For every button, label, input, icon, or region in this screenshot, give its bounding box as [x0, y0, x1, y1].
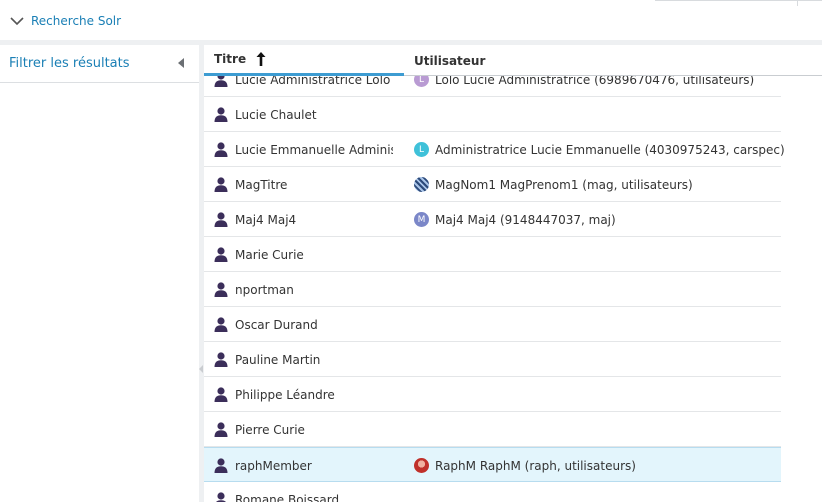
- filter-header[interactable]: Filtrer les résultats: [0, 45, 199, 83]
- avatar: L: [414, 142, 429, 157]
- row-title: Lucie Chaulet: [235, 107, 317, 122]
- avatar: [414, 177, 429, 192]
- table-row[interactable]: raphMember RaphM RaphM (raph, utilisateur…: [204, 447, 781, 482]
- row-user: MagNom1 MagPrenom1 (mag, utilisateurs): [414, 167, 693, 202]
- row-title: nportman: [235, 282, 294, 297]
- person-icon: [214, 422, 228, 437]
- row-title: Pauline Martin: [235, 352, 321, 367]
- person-icon: [214, 247, 228, 262]
- top-bar: Recherche Solr: [0, 0, 822, 40]
- person-icon: [214, 177, 228, 192]
- person-icon: [214, 458, 228, 473]
- grid-header: Titre Utilisateur: [204, 45, 822, 76]
- person-icon: [214, 317, 228, 332]
- table-row[interactable]: Marie Curie: [204, 237, 781, 272]
- person-icon: [214, 352, 228, 367]
- collapse-left-icon[interactable]: [178, 58, 184, 68]
- row-title: Pierre Curie: [235, 422, 305, 437]
- row-title: Maj4 Maj4: [235, 212, 297, 227]
- row-user-label: RaphM RaphM (raph, utilisateurs): [435, 458, 636, 473]
- avatar: M: [414, 212, 429, 227]
- solr-search-toggle[interactable]: Recherche Solr: [10, 12, 121, 30]
- filter-panel: Filtrer les résultats: [0, 45, 199, 502]
- column-header-title[interactable]: Titre: [204, 45, 404, 76]
- person-icon: [214, 282, 228, 297]
- person-icon: [214, 107, 228, 122]
- table-row[interactable]: nportman: [204, 272, 781, 307]
- filter-title: Filtrer les résultats: [9, 56, 130, 71]
- row-user: M Maj4 Maj4 (9148447037, maj): [414, 202, 616, 237]
- person-icon: [214, 142, 228, 157]
- row-title: Romane Boissard: [235, 492, 340, 502]
- row-title: Philippe Léandre: [235, 387, 335, 402]
- table-row[interactable]: MagTitre MagNom1 MagPrenom1 (mag, utilisa…: [204, 167, 781, 202]
- grid-rows: Lucie Administratrice Lolo L Lolo Lucie Ad…: [204, 62, 785, 502]
- row-user-label: Administratrice Lucie Emmanuelle (403097…: [435, 142, 785, 157]
- row-title: Oscar Durand: [235, 317, 318, 332]
- avatar: [414, 458, 429, 473]
- table-row[interactable]: Lucie Emmanuelle Administratrice L Adminis…: [204, 132, 785, 167]
- chevron-down-icon: [10, 17, 24, 26]
- row-user-label: MagNom1 MagPrenom1 (mag, utilisateurs): [435, 177, 693, 192]
- column-header-user[interactable]: Utilisateur: [414, 45, 485, 76]
- table-row[interactable]: Lucie Chaulet: [204, 97, 781, 132]
- row-user: L Administratrice Lucie Emmanuelle (40309…: [414, 132, 785, 167]
- person-icon: [214, 387, 228, 402]
- arrow-up-icon: [256, 52, 266, 66]
- solr-search-label: Recherche Solr: [31, 14, 122, 28]
- results-grid: Titre Utilisateur Lucie Administratrice …: [204, 45, 822, 502]
- table-row[interactable]: Oscar Durand: [204, 307, 781, 342]
- column-header-user-label: Utilisateur: [414, 53, 486, 68]
- panel-splitter-handle[interactable]: [199, 365, 203, 375]
- table-row[interactable]: Romane Boissard: [204, 482, 781, 502]
- row-user: RaphM RaphM (raph, utilisateurs): [414, 448, 636, 483]
- table-row[interactable]: Pauline Martin: [204, 342, 781, 377]
- person-icon: [214, 212, 228, 227]
- person-icon: [216, 492, 226, 502]
- table-row[interactable]: Pierre Curie: [204, 412, 781, 447]
- row-title: raphMember: [235, 458, 312, 473]
- table-row[interactable]: Maj4 Maj4 M Maj4 Maj4 (9148447037, maj): [204, 202, 781, 237]
- row-title: Lucie Emmanuelle Administratrice: [235, 142, 393, 157]
- row-title: Marie Curie: [235, 247, 304, 262]
- table-row[interactable]: Philippe Léandre: [204, 377, 781, 412]
- tab-divider: [797, 0, 798, 6]
- row-user-label: Maj4 Maj4 (9148447037, maj): [435, 212, 616, 227]
- row-title: MagTitre: [235, 177, 288, 192]
- column-header-title-label: Titre: [214, 52, 247, 66]
